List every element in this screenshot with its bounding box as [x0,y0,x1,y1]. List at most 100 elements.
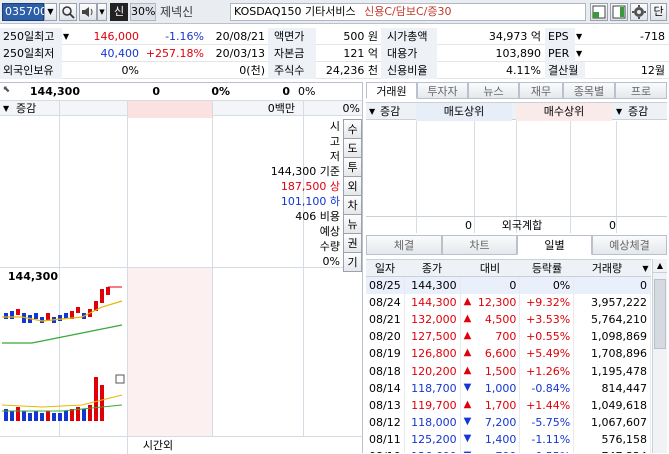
lower-label: 하 [329,195,340,208]
cell-rate: +0.55% [519,328,575,346]
window-layout-button[interactable] [590,3,608,21]
vbutton-chart[interactable]: 차 [343,195,362,215]
info-row-2: 250일최저 40,400 +257.18% 20/03/13 자본금 121 … [0,45,669,62]
cell-rate: +1.26% [519,362,575,380]
tab-finance[interactable]: 재무 [519,82,563,99]
table-row[interactable]: 08/13 119,700 ▲ 1,700 +1.44% 1,049,618 [366,396,651,414]
stock-code-input[interactable]: 035700 [2,3,47,21]
vbutton-other[interactable]: 기 [343,252,362,272]
cell-volume: 747,324 [573,447,651,453]
scroll-thumb[interactable] [654,279,666,349]
volume-bars [4,377,104,421]
candle [16,309,20,315]
tab-trade[interactable]: 체결 [366,235,442,255]
broker-col-diff: 증감 [380,105,401,118]
tab-broker[interactable]: 거래원 [366,82,417,99]
table-row[interactable]: 08/18 120,200 ▲ 1,500 +1.26% 1,195,478 [366,362,651,380]
col-rate: 등락률 [531,262,563,275]
vol-bar [88,405,92,421]
split-view-button[interactable] [610,3,628,21]
single-mode-button[interactable]: 단 [650,3,667,21]
creditratio-value: 4.11% [506,64,541,77]
stock-name-text: 제넥신 [160,5,194,19]
change-arrow-icon: ▼ [463,432,472,444]
tab-investor[interactable]: 투자자 [417,82,468,99]
vbutton-sell[interactable]: 수 [343,119,362,139]
sound-dropdown-button[interactable]: ▼ [97,3,107,21]
daily-scrollbar[interactable]: ▲ [652,259,667,453]
table-row[interactable]: 08/12 118,000 ▼ 7,200 -5.75% 1,067,607 [366,413,651,431]
header-dropdown[interactable]: ▼ [640,260,651,278]
vol-bar [46,411,50,421]
col-close: 종가 [421,262,443,275]
foreign-value: 0(천) [239,64,265,77]
vbutton-rights[interactable]: 권 [343,233,362,253]
low250-pct: +257.18% [145,47,204,60]
cell-change: ▲ 1,700 [460,396,521,414]
table-row[interactable]: 08/20 127,500 ▲ 700 +0.55% 1,098,869 [366,328,651,346]
price-pct: 0% [211,85,230,98]
cell-rate: -5.75% [519,413,575,431]
tab-program[interactable]: 프로 [615,82,667,99]
upper-price: 187,500 [280,180,327,193]
capital-label: 자본금 [268,45,316,62]
speaker-icon [82,7,93,17]
tab-by-stock[interactable]: 종목별 [563,82,615,99]
cell-date: 08/12 [366,413,405,431]
vbutton-do[interactable]: 도 [343,138,362,158]
vbutton-news[interactable]: 뉴 [343,214,362,234]
col-divider [212,100,213,436]
change-value: 0 [509,279,517,293]
tab-news[interactable]: 뉴스 [468,82,519,99]
tab-daily[interactable]: 일별 [517,235,592,255]
search-button[interactable] [59,3,77,21]
table-row[interactable]: 08/25 144,300 0 0% 0 [366,277,651,295]
table-row[interactable]: 08/10126,600▼700-0.55%747,324 [366,447,651,453]
tab-chart[interactable]: 차트 [442,235,517,255]
top-toolbar: 035700 ▼ ▼ 신 30% 제넥신 KOSDAQ150 기타서비스 신용C… [0,0,669,24]
market-info: KOSDAQ150 기타서비스 [234,5,356,18]
vbutton-foreign[interactable]: 외 [343,176,362,196]
high250-dropdown[interactable]: ▼ [63,28,75,45]
foreign-total-right: 0 [609,219,616,232]
broker-col-diff2: 증감 [628,105,649,118]
vol-bar [70,409,74,421]
settle-label: 결산월 [545,62,585,79]
daily-panel: 체결 차트 일별 예상체결 일자 종가 대비 등락률 거래량 ▼ 08/25 14… [366,235,669,453]
vol-bar [34,411,38,421]
sound-button[interactable] [79,3,97,21]
cell-rate: +9.32% [519,294,575,312]
eps-dropdown[interactable]: ▼ [576,28,586,45]
change-value: 1,500 [484,364,517,378]
tab-label: 재무 [530,85,552,98]
cell-close: 118,000 [404,413,461,431]
foreign-label: 외국인보유 [0,62,62,79]
credit-badge-text: 신 [113,5,125,18]
eps-value: -718 [640,30,665,43]
cell-volume: 5,764,210 [573,311,651,329]
table-row[interactable]: 08/11 125,200 ▼ 1,400 -1.11% 576,158 [366,430,651,448]
price-row: ⬉ 144,300 0 0% 0 0% [0,83,362,100]
table-row[interactable]: 08/19 126,800 ▲ 6,600 +5.49% 1,708,896 [366,345,651,363]
cell-change: ▼700 [460,447,521,453]
change-value: 7,200 [484,415,517,429]
change-arrow-icon: ▲ [463,398,472,410]
side-info: 시 고 저 144,300 기준 187,500 상 101,100 하 406… [226,119,340,269]
settings-button[interactable] [630,3,648,21]
candle-bars [4,286,122,323]
table-row[interactable]: 08/14 118,700 ▼ 1,000 -0.84% 814,447 [366,379,651,397]
table-row[interactable]: 08/21 132,000 ▲ 4,500 +3.53% 5,764,210 [366,311,651,329]
col-date: 일자 [374,262,396,275]
vbutton-invest[interactable]: 투 [343,157,362,177]
cell-close: 119,700 [404,396,461,414]
per-dropdown[interactable]: ▼ [576,45,586,62]
code-dropdown-button[interactable]: ▼ [44,3,57,21]
cell-change: 0 [460,277,521,295]
tab-expected-trade[interactable]: 예상체결 [592,235,667,255]
col-volume: 거래량 [591,262,623,275]
scroll-up-button[interactable]: ▲ [653,259,667,273]
current-price: 144,300 [29,85,80,98]
candle [40,317,44,323]
base-row: 144,300 기준 [226,164,340,179]
table-row[interactable]: 08/24 144,300 ▲ 12,300 +9.32% 3,957,222 [366,294,651,312]
